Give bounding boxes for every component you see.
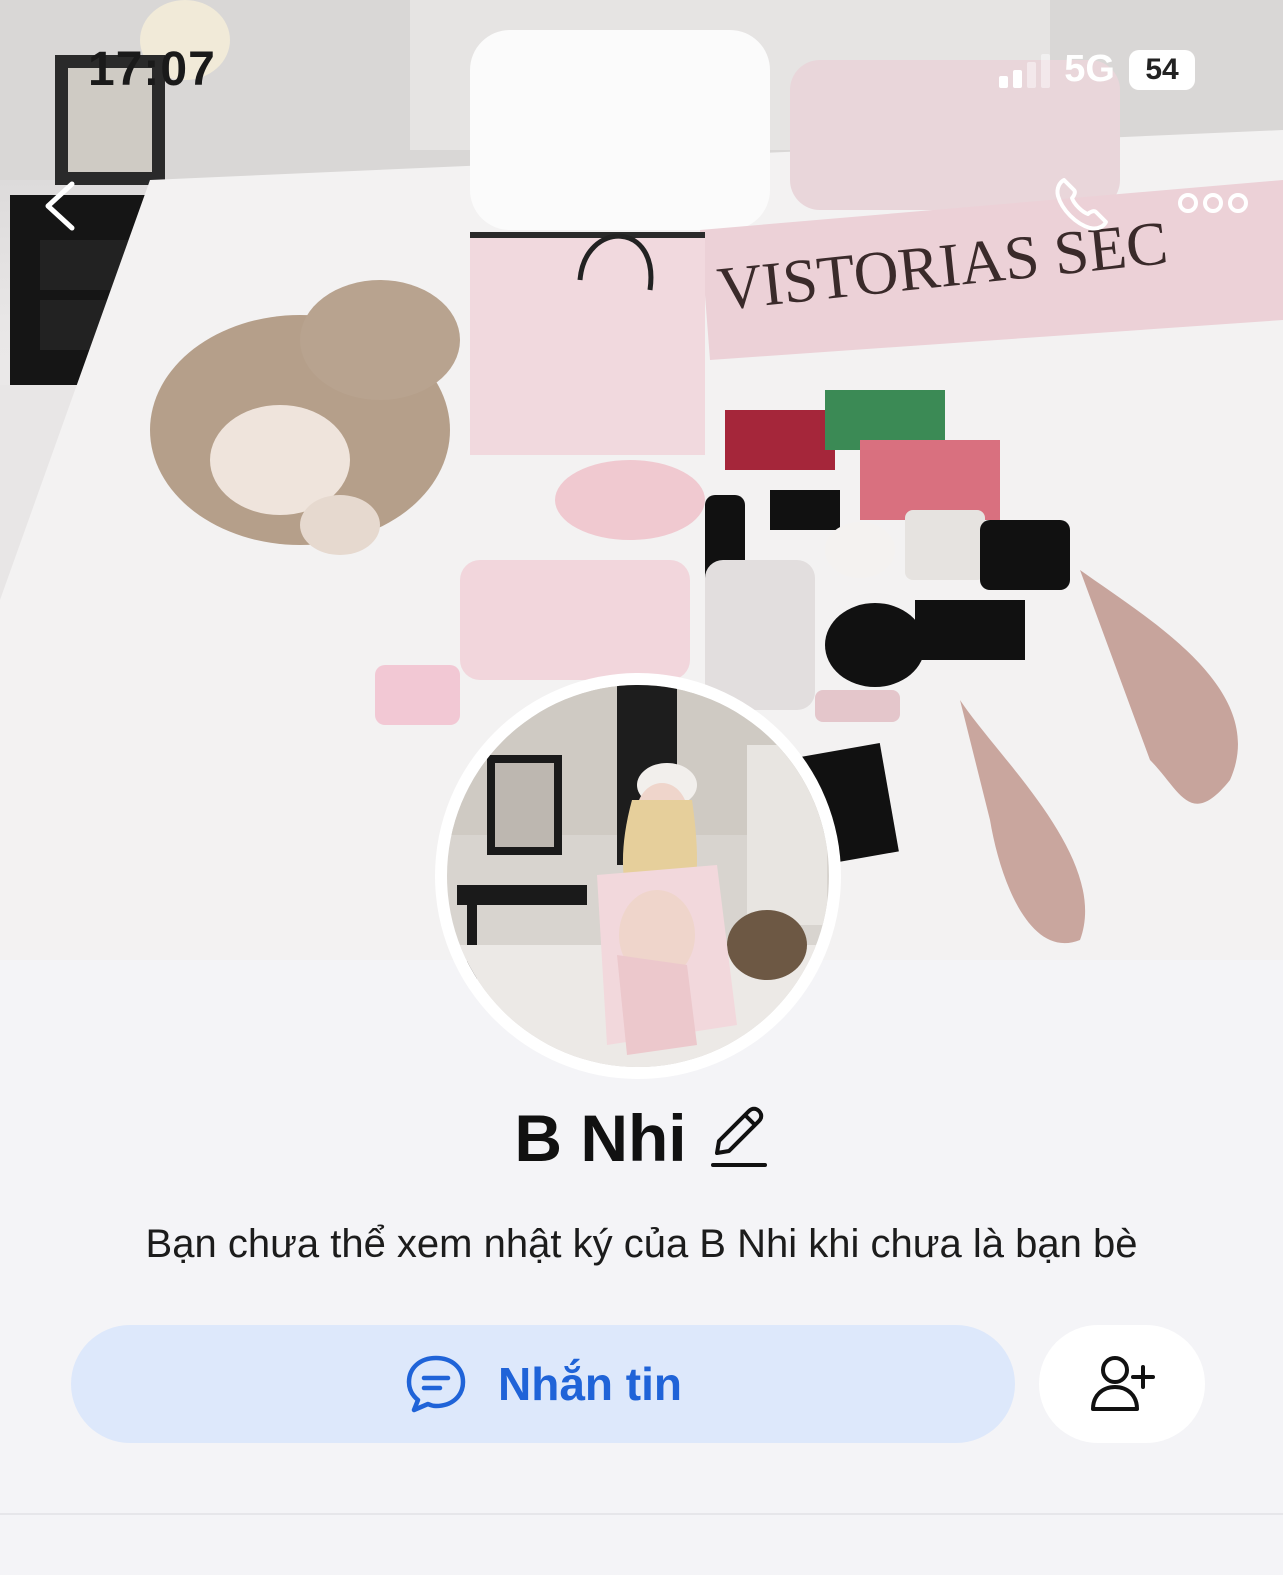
add-friend-button[interactable]	[1039, 1325, 1205, 1443]
add-user-icon	[1091, 1356, 1155, 1411]
pencil-icon	[710, 1106, 767, 1167]
message-button-label: Nhắn tin	[498, 1358, 682, 1410]
profile-name: B Nhi	[514, 1101, 687, 1175]
divider	[0, 1513, 1283, 1515]
call-button[interactable]	[1050, 172, 1114, 236]
signal-icon	[999, 52, 1051, 88]
avatar[interactable]	[447, 685, 829, 1067]
phone-icon	[1055, 178, 1108, 231]
chevron-left-icon	[45, 181, 75, 231]
profile-name-row: B Nhi	[0, 1100, 1283, 1176]
network-type: 5G	[1064, 48, 1115, 90]
status-time: 17:07	[88, 43, 216, 96]
friend-restriction-notice: Bạn chưa thể xem nhật ký của B Nhi khi c…	[145, 1222, 1138, 1266]
more-button[interactable]	[1176, 186, 1250, 220]
back-button[interactable]	[38, 178, 84, 234]
status-indicators: 5G 54	[999, 48, 1195, 91]
message-button[interactable]: Nhắn tin	[71, 1325, 1015, 1443]
avatar-image	[447, 685, 829, 1067]
edit-name-button[interactable]	[709, 1105, 769, 1171]
more-horizontal-icon	[1178, 193, 1248, 213]
battery-icon: 54	[1129, 49, 1195, 90]
chat-bubble-icon	[406, 1355, 466, 1413]
